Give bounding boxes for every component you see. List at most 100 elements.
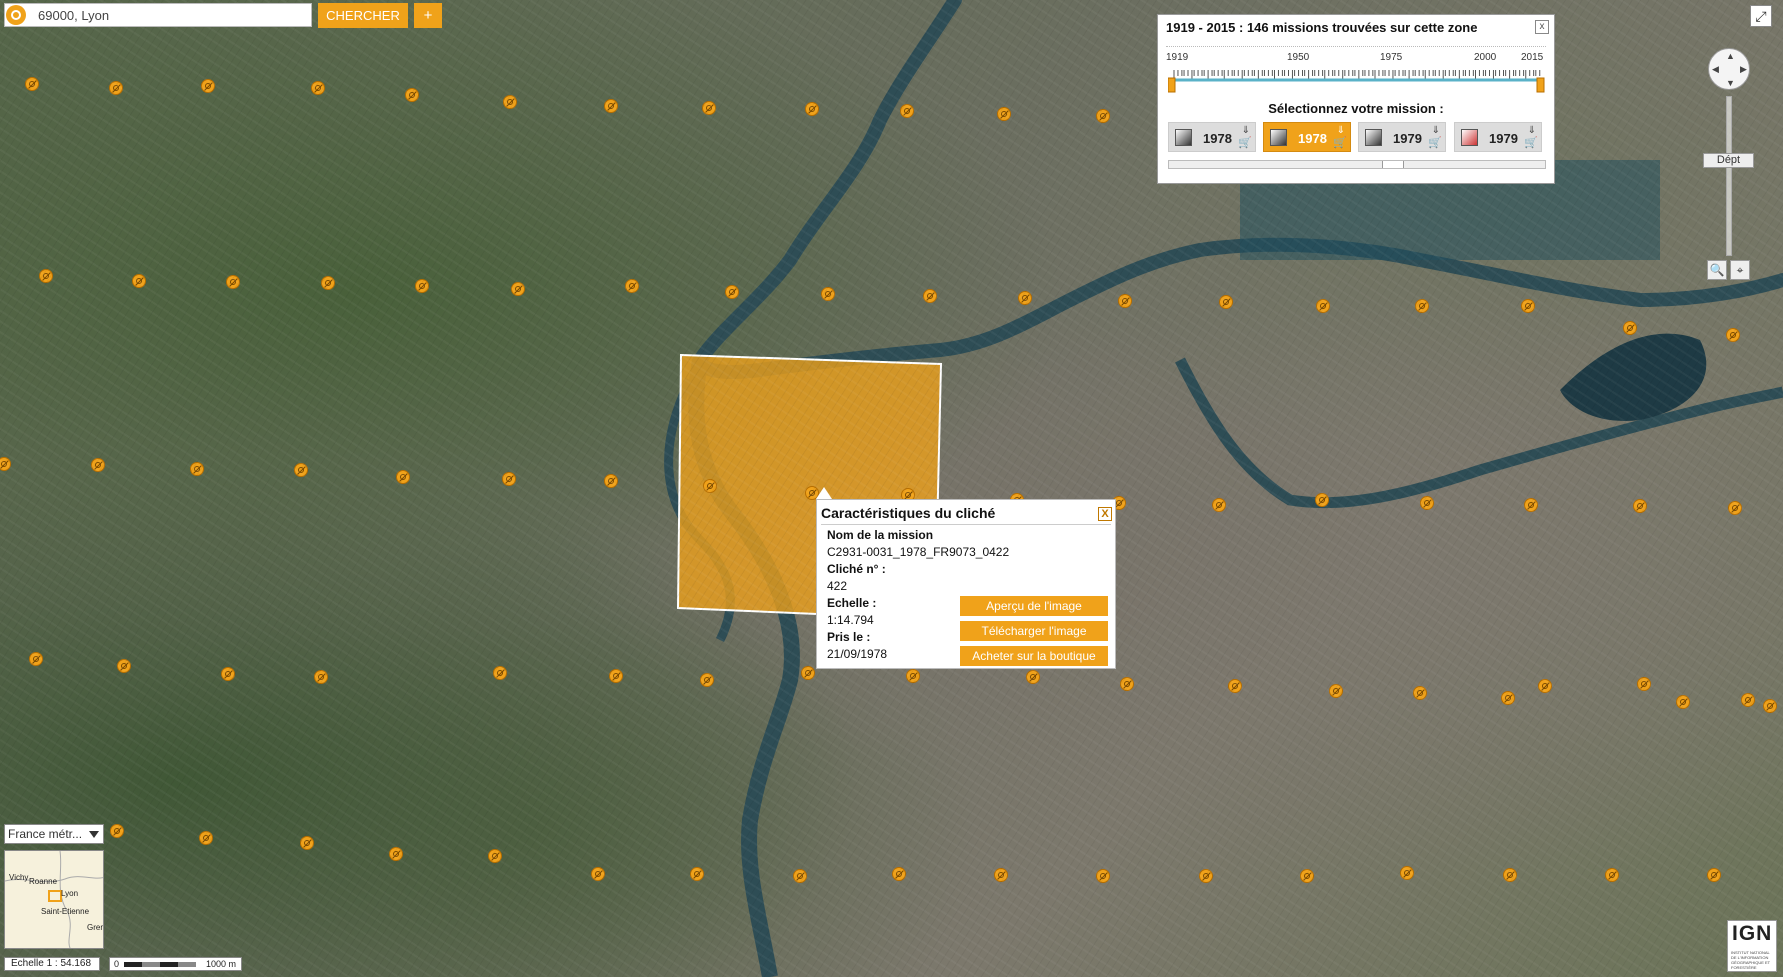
mission-marker-icon[interactable]	[1415, 299, 1429, 313]
mission-marker-icon[interactable]	[604, 474, 618, 488]
mission-marker-icon[interactable]	[311, 81, 325, 95]
mission-marker-icon[interactable]	[1538, 679, 1552, 693]
mission-marker-icon[interactable]	[405, 88, 419, 102]
mission-marker-icon[interactable]	[1623, 321, 1637, 335]
mission-marker-icon[interactable]	[1316, 299, 1330, 313]
mission-marker-icon[interactable]	[609, 669, 623, 683]
mission-marker-icon[interactable]	[1633, 499, 1647, 513]
cart-icon[interactable]: 🛒	[1428, 138, 1442, 149]
mission-marker-icon[interactable]	[314, 670, 328, 684]
mission-marker-icon[interactable]	[1521, 299, 1535, 313]
mission-marker-icon[interactable]	[503, 95, 517, 109]
cart-icon[interactable]: 🛒	[1333, 138, 1347, 149]
mission-marker-icon[interactable]	[1420, 496, 1434, 510]
mission-marker-icon[interactable]	[294, 463, 308, 477]
mission-marker-icon[interactable]	[821, 287, 835, 301]
mission-marker-icon[interactable]	[502, 472, 516, 486]
mission-marker-icon[interactable]	[1728, 501, 1742, 515]
popup-close-button[interactable]: X	[1098, 507, 1112, 521]
mission-marker-icon[interactable]	[923, 289, 937, 303]
preview-image-button[interactable]: Aperçu de l'image	[960, 596, 1108, 616]
download-icon[interactable]: ⇓	[1432, 126, 1440, 136]
mission-marker-icon[interactable]	[415, 279, 429, 293]
mission-marker-icon[interactable]	[25, 77, 39, 91]
buy-in-shop-button[interactable]: Acheter sur la boutique	[960, 646, 1108, 666]
mission-marker-icon[interactable]	[300, 836, 314, 850]
mission-marker-icon[interactable]	[1741, 693, 1755, 707]
region-select[interactable]: France métr...	[4, 824, 104, 844]
pan-left-icon[interactable]: ◀	[1712, 64, 1719, 75]
mission-marker-icon[interactable]	[1605, 868, 1619, 882]
mission-marker-icon[interactable]	[117, 659, 131, 673]
mission-marker-icon[interactable]	[199, 831, 213, 845]
mission-item[interactable]: 1979 ⇓ 🛒	[1358, 122, 1446, 152]
mission-marker-icon[interactable]	[703, 479, 717, 493]
pan-up-icon[interactable]: ▲	[1726, 51, 1735, 61]
mission-marker-icon[interactable]	[132, 274, 146, 288]
mission-marker-icon[interactable]	[1763, 699, 1777, 713]
mission-marker-icon[interactable]	[1018, 291, 1032, 305]
mission-marker-icon[interactable]	[511, 282, 525, 296]
mission-marker-icon[interactable]	[221, 667, 235, 681]
mission-marker-icon[interactable]	[1676, 695, 1690, 709]
overview-map[interactable]: Vichy Roanne Lyon Saint-Etienne Greno	[4, 850, 104, 949]
download-icon[interactable]: ⇓	[1337, 126, 1345, 136]
mission-marker-icon[interactable]	[702, 101, 716, 115]
cart-icon[interactable]: 🛒	[1524, 138, 1538, 149]
mission-marker-icon[interactable]	[1219, 295, 1233, 309]
mission-marker-icon[interactable]	[994, 868, 1008, 882]
mission-marker-icon[interactable]	[1400, 866, 1414, 880]
geoportail-logo-icon[interactable]	[6, 5, 26, 25]
panel-close-button[interactable]: x	[1535, 20, 1549, 34]
mission-marker-icon[interactable]	[1212, 498, 1226, 512]
mission-item[interactable]: 1979 ⇓ 🛒	[1454, 122, 1542, 152]
mission-marker-icon[interactable]	[604, 99, 618, 113]
mission-marker-icon[interactable]	[1300, 869, 1314, 883]
mission-marker-icon[interactable]	[39, 269, 53, 283]
mission-marker-icon[interactable]	[1199, 869, 1213, 883]
scrollbar-thumb[interactable]	[1382, 161, 1404, 168]
mission-marker-icon[interactable]	[0, 457, 11, 471]
mission-item[interactable]: 1978 ⇓ 🛒	[1168, 122, 1256, 152]
mission-marker-icon[interactable]	[1413, 686, 1427, 700]
mission-marker-icon[interactable]	[793, 869, 807, 883]
mission-marker-icon[interactable]	[396, 470, 410, 484]
mission-marker-icon[interactable]	[1503, 868, 1517, 882]
mission-marker-icon[interactable]	[892, 867, 906, 881]
mission-marker-icon[interactable]	[801, 666, 815, 680]
timeline-end-handle[interactable]	[1536, 77, 1545, 93]
mission-marker-icon[interactable]	[805, 102, 819, 116]
mission-marker-icon[interactable]	[1096, 109, 1110, 123]
pan-right-icon[interactable]: ▶	[1740, 64, 1747, 75]
cart-icon[interactable]: 🛒	[1238, 138, 1252, 149]
mission-marker-icon[interactable]	[1228, 679, 1242, 693]
mission-marker-icon[interactable]	[389, 847, 403, 861]
mission-marker-icon[interactable]	[997, 107, 1011, 121]
mission-item-selected[interactable]: 1978 ⇓ 🛒	[1263, 122, 1351, 152]
mission-marker-icon[interactable]	[690, 867, 704, 881]
mission-marker-icon[interactable]	[1026, 670, 1040, 684]
mission-marker-icon[interactable]	[591, 867, 605, 881]
timeline-slider[interactable]	[1168, 70, 1546, 100]
ign-logo[interactable]: IGN INSTITUT NATIONAL DE L'INFORMATION G…	[1727, 920, 1777, 972]
more-options-button[interactable]: +	[414, 3, 442, 28]
mission-marker-icon[interactable]	[110, 824, 124, 838]
mission-marker-icon[interactable]	[625, 279, 639, 293]
missions-scrollbar[interactable]	[1168, 160, 1546, 169]
mission-marker-icon[interactable]	[321, 276, 335, 290]
mission-marker-icon[interactable]	[700, 673, 714, 687]
fullscreen-icon[interactable]: ⤢	[1750, 5, 1772, 27]
mission-marker-icon[interactable]	[1726, 328, 1740, 342]
mission-marker-icon[interactable]	[190, 462, 204, 476]
download-icon[interactable]: ⇓	[1242, 126, 1250, 136]
timeline-start-handle[interactable]	[1168, 77, 1176, 93]
mission-marker-icon[interactable]	[1637, 677, 1651, 691]
download-image-button[interactable]: Télécharger l'image	[960, 621, 1108, 641]
mission-marker-icon[interactable]	[1707, 868, 1721, 882]
download-icon[interactable]: ⇓	[1528, 126, 1536, 136]
mission-marker-icon[interactable]	[109, 81, 123, 95]
mission-marker-icon[interactable]	[1524, 498, 1538, 512]
mission-marker-icon[interactable]	[1118, 294, 1132, 308]
mission-marker-icon[interactable]	[91, 458, 105, 472]
mission-marker-icon[interactable]	[1329, 684, 1343, 698]
